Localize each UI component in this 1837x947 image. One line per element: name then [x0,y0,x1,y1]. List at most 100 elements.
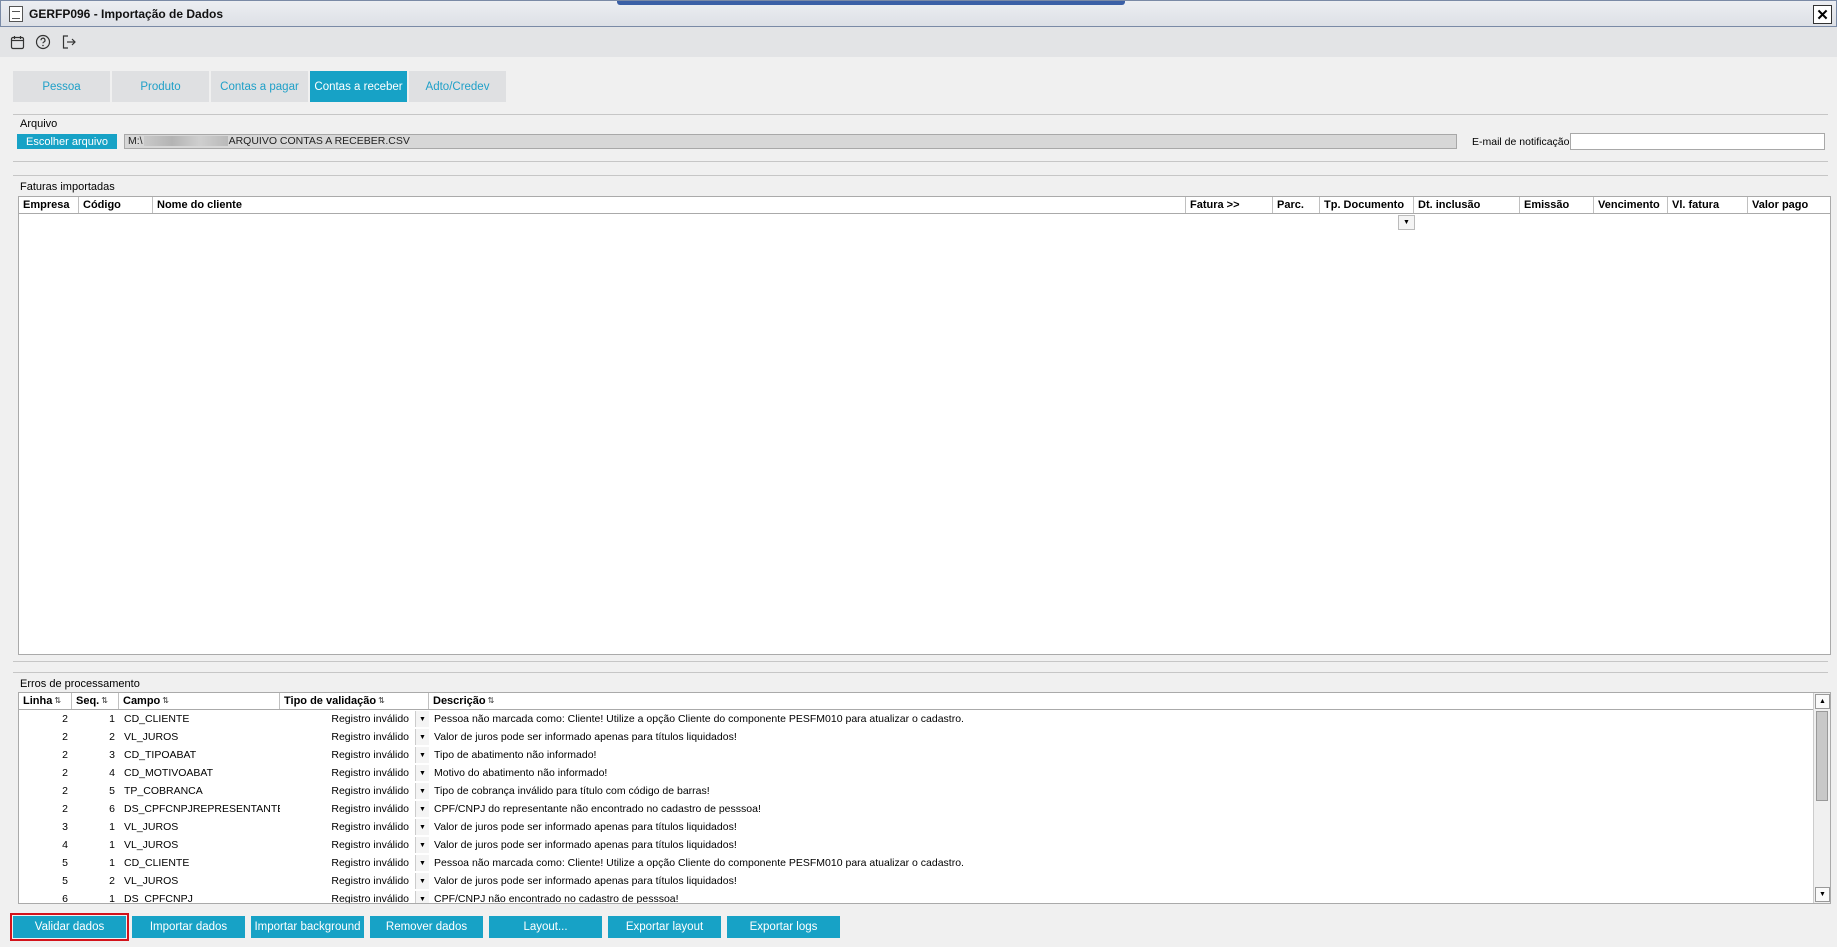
table-row[interactable]: 4 1 VL_JUROS Registro inválido ▼ Valor de jur… [19,836,1830,854]
table-row[interactable]: 2 4 CD_MOTIVOABAT Registro inválido ▼ Motivo … [19,764,1830,782]
column-header-vl-fatura[interactable]: Vl. fatura [1668,197,1748,213]
cell-tipo-validacao[interactable]: Registro inválido ▼ [280,783,429,799]
column-header-descricao-label: Descrição [433,695,486,707]
tab-contas-a-receber[interactable]: Contas a receber [310,71,407,102]
column-header-vencimento[interactable]: Vencimento [1594,197,1668,213]
cell-tipo-validacao[interactable]: Registro inválido ▼ [280,765,429,781]
tipo-validacao-value: Registro inválido [331,857,409,869]
tab-produto[interactable]: Produto [112,71,209,102]
exit-icon[interactable] [60,33,78,51]
tab-contas-a-pagar[interactable]: Contas a pagar [211,71,308,102]
column-header-tipo-validacao[interactable]: Tipo de validação ⇅ [280,693,429,709]
importar-dados-button[interactable]: Importar dados [132,916,245,938]
choose-file-button[interactable]: Escolher arquivo [17,134,117,149]
chevron-down-icon[interactable]: ▼ [415,891,429,903]
scroll-up-icon[interactable]: ▲ [1815,694,1830,709]
file-path-prefix: M:\ [128,135,143,147]
tp-documento-dropdown-icon[interactable]: ▼ [1398,215,1415,230]
column-header-nome-cliente[interactable]: Nome do cliente [153,197,1186,213]
cell-seq: 2 [109,731,115,743]
file-path-field[interactable]: M:\ ARQUIVO CONTAS A RECEBER.CSV [124,134,1457,149]
exportar-logs-button[interactable]: Exportar logs [727,916,840,938]
layout-button[interactable]: Layout... [489,916,602,938]
exportar-layout-button[interactable]: Exportar layout [608,916,721,938]
column-header-fatura[interactable]: Fatura >> [1186,197,1273,213]
table-row[interactable]: 2 3 CD_TIPOABAT Registro inválido ▼ Tipo de a… [19,746,1830,764]
cell-tipo-validacao[interactable]: Registro inválido ▼ [280,747,429,763]
cell-tipo-validacao[interactable]: Registro inválido ▼ [280,729,429,745]
column-header-emissao[interactable]: Emissão [1520,197,1594,213]
tab-adto-credev[interactable]: Adto/Credev [409,71,506,102]
tipo-validacao-value: Registro inválido [331,803,409,815]
column-header-codigo[interactable]: Código [79,197,153,213]
chevron-down-icon[interactable]: ▼ [415,765,429,781]
column-header-dt-inclusao[interactable]: Dt. inclusão [1414,197,1520,213]
cell-tipo-validacao[interactable]: Registro inválido ▼ [280,711,429,727]
column-header-linha-label: Linha [23,695,53,707]
table-row[interactable]: 2 2 VL_JUROS Registro inválido ▼ Valor de jur… [19,728,1830,746]
chevron-down-icon[interactable]: ▼ [415,855,429,871]
erros-vertical-scrollbar[interactable]: ▲ ▼ [1813,693,1830,903]
section-divider [13,161,1828,162]
table-row[interactable]: 6 1 DS_CPFCNPJ Registro inválido ▼ CPF/CNPJ n… [19,890,1830,904]
scrollbar-thumb[interactable] [1816,711,1828,801]
chevron-down-icon[interactable]: ▼ [415,873,429,889]
tab-pessoa[interactable]: Pessoa [13,71,110,102]
column-header-empresa[interactable]: Empresa [19,197,79,213]
chevron-down-icon[interactable]: ▼ [415,783,429,799]
column-header-parc[interactable]: Parc. [1273,197,1320,213]
column-header-valor-pago[interactable]: Valor pago [1748,197,1830,213]
cell-campo: VL_JUROS [124,839,179,851]
cell-tipo-validacao[interactable]: Registro inválido ▼ [280,855,429,871]
validar-dados-button[interactable]: Validar dados [10,913,129,941]
table-row[interactable]: 3 1 VL_JUROS Registro inválido ▼ Valor de jur… [19,818,1830,836]
chevron-down-icon[interactable]: ▼ [415,711,429,727]
cell-tipo-validacao[interactable]: Registro inválido ▼ [280,873,429,889]
cell-seq: 1 [109,821,115,833]
tipo-validacao-value: Registro inválido [331,713,409,725]
cell-campo: CD_CLIENTE [124,857,190,869]
calendar-icon[interactable] [8,33,26,51]
table-row[interactable]: 2 5 TP_COBRANCA Registro inválido ▼ Tipo de c… [19,782,1830,800]
table-row[interactable]: 2 6 DS_CPFCNPJREPRESENTANTE1 Registro invál… [19,800,1830,818]
table-row[interactable]: 5 1 CD_CLIENTE Registro inválido ▼ Pessoa não… [19,854,1830,872]
cell-tipo-validacao[interactable]: Registro inválido ▼ [280,801,429,817]
chevron-down-icon[interactable]: ▼ [415,747,429,763]
cell-descricao: Pessoa não marcada como: Cliente! Utiliz… [434,857,964,869]
chevron-down-icon[interactable]: ▼ [415,801,429,817]
cell-seq: 1 [109,893,115,904]
scroll-down-icon[interactable]: ▼ [1815,887,1830,902]
cell-tipo-validacao[interactable]: Registro inválido ▼ [280,819,429,835]
cell-descricao: Tipo de abatimento não informado! [434,749,597,761]
cell-linha: 6 [62,893,68,904]
column-header-seq[interactable]: Seq. ⇅ [72,693,119,709]
chevron-down-icon[interactable]: ▼ [415,819,429,835]
help-icon[interactable] [34,33,52,51]
file-path-name: ARQUIVO CONTAS A RECEBER.CSV [228,135,410,147]
sort-icon: ⇅ [378,696,385,705]
app-document-icon [9,5,23,22]
cell-seq: 5 [109,785,115,797]
cell-descricao: Valor de juros pode ser informado apenas… [434,821,737,833]
importar-background-button[interactable]: Importar background [251,916,364,938]
remover-dados-button[interactable]: Remover dados [370,916,483,938]
cell-linha: 2 [62,803,68,815]
column-header-tp-documento[interactable]: Tp. Documento [1320,197,1414,213]
cell-linha: 2 [62,731,68,743]
chevron-down-icon[interactable]: ▼ [415,837,429,853]
email-notification-input[interactable] [1570,133,1825,150]
column-header-linha[interactable]: Linha ⇅ [19,693,72,709]
column-header-campo[interactable]: Campo ⇅ [119,693,280,709]
table-row[interactable]: 5 2 VL_JUROS Registro inválido ▼ Valor de jur… [19,872,1830,890]
cell-tipo-validacao[interactable]: Registro inválido ▼ [280,837,429,853]
cell-tipo-validacao[interactable]: Registro inválido ▼ [280,891,429,904]
close-icon[interactable]: ✕ [1813,5,1832,24]
erros-table: Linha ⇅ Seq. ⇅ Campo ⇅ Tipo de validação ⇅ D… [18,692,1831,904]
chevron-down-icon[interactable]: ▼ [415,729,429,745]
table-row[interactable]: 2 1 CD_CLIENTE Registro inválido ▼ Pessoa não… [19,710,1830,728]
cell-seq: 3 [109,749,115,761]
column-header-descricao[interactable]: Descrição ⇅ [429,693,1814,709]
faturas-table: Empresa Código Nome do cliente Fatura >>… [18,196,1831,655]
cell-linha: 2 [62,713,68,725]
tipo-validacao-value: Registro inválido [331,893,409,904]
